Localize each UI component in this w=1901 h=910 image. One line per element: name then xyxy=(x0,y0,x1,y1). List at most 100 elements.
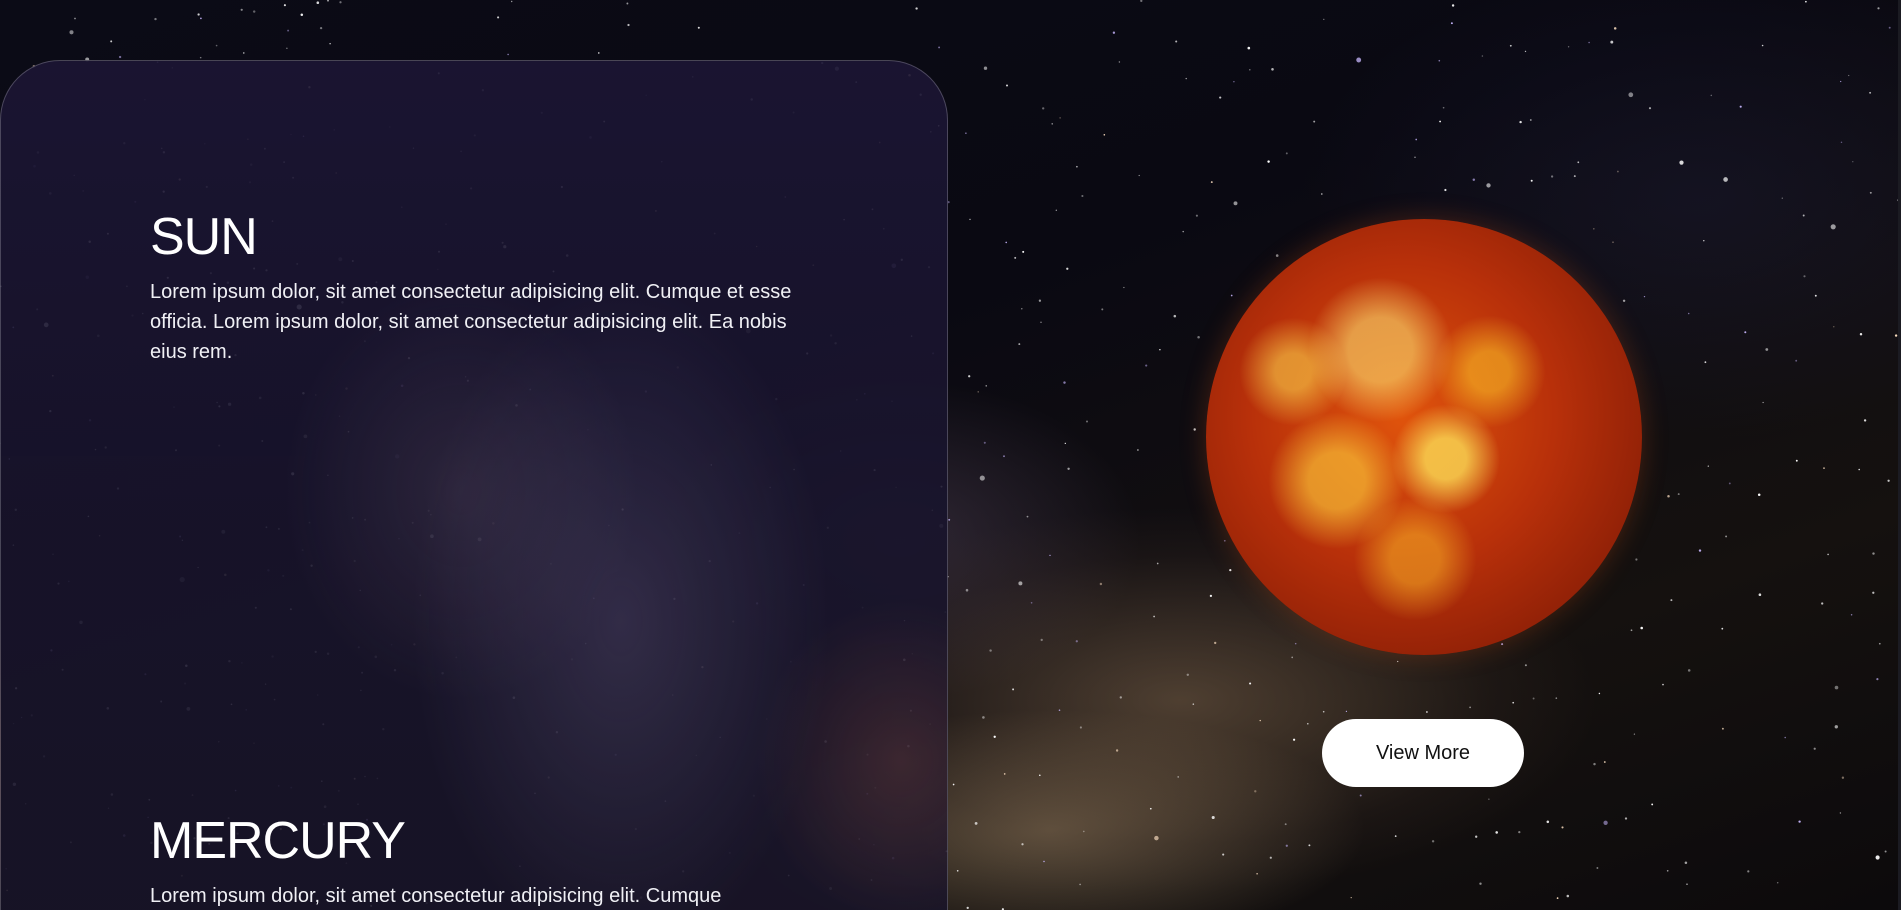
star xyxy=(968,375,971,378)
star xyxy=(1414,156,1416,158)
star xyxy=(1555,697,1558,699)
star xyxy=(1233,80,1235,83)
star xyxy=(1823,467,1825,469)
star xyxy=(1666,869,1669,872)
star xyxy=(1765,348,1769,351)
star xyxy=(1567,46,1570,48)
star xyxy=(1038,299,1042,302)
star xyxy=(938,46,941,49)
star xyxy=(1313,120,1316,123)
star xyxy=(1101,308,1104,311)
star xyxy=(977,391,979,393)
star xyxy=(1612,241,1614,243)
star xyxy=(1145,364,1148,367)
star xyxy=(1040,638,1043,642)
space-background: SUN Lorem ipsum dolor, sit amet consecte… xyxy=(0,0,1901,910)
sun-image xyxy=(1206,219,1642,655)
star xyxy=(1662,683,1664,686)
star xyxy=(1509,44,1512,47)
star xyxy=(1079,883,1081,886)
star xyxy=(1869,191,1872,194)
star xyxy=(110,40,113,43)
star xyxy=(1640,626,1643,630)
star xyxy=(974,821,978,825)
star xyxy=(1018,343,1021,346)
star xyxy=(1439,120,1441,123)
star xyxy=(1182,230,1184,233)
star xyxy=(1026,515,1029,518)
star xyxy=(197,13,200,16)
star xyxy=(1524,50,1527,53)
star xyxy=(1394,835,1397,837)
star xyxy=(1081,194,1084,198)
star xyxy=(1488,798,1490,800)
star xyxy=(1884,850,1887,853)
star xyxy=(154,17,157,21)
star xyxy=(1840,80,1842,83)
star xyxy=(1588,41,1590,44)
star xyxy=(1887,479,1890,482)
star xyxy=(627,23,630,27)
star xyxy=(1064,442,1066,445)
star xyxy=(1442,106,1445,109)
star xyxy=(1359,794,1362,797)
star xyxy=(1075,640,1078,643)
star xyxy=(1140,0,1143,3)
star xyxy=(1082,830,1085,833)
planet-title: SUN xyxy=(150,208,258,266)
star xyxy=(1784,736,1786,739)
star xyxy=(965,588,969,592)
star xyxy=(283,4,286,7)
star xyxy=(1686,883,1688,885)
star xyxy=(1781,197,1783,199)
star xyxy=(1651,803,1654,806)
star xyxy=(1679,160,1684,165)
star xyxy=(1099,582,1103,586)
star xyxy=(1573,175,1576,178)
star xyxy=(1022,250,1025,253)
star xyxy=(1622,299,1626,303)
star xyxy=(965,132,967,134)
star xyxy=(1894,334,1898,337)
star xyxy=(1063,381,1066,384)
star xyxy=(1210,181,1213,184)
star xyxy=(1624,817,1628,820)
star xyxy=(1684,861,1688,864)
star xyxy=(626,2,629,5)
star xyxy=(1049,554,1051,557)
star xyxy=(1444,188,1447,192)
star xyxy=(287,29,290,32)
star xyxy=(1872,591,1875,594)
star xyxy=(510,0,513,3)
star xyxy=(1469,706,1471,709)
star xyxy=(1285,844,1288,847)
star xyxy=(300,13,304,16)
star xyxy=(1249,68,1251,71)
star xyxy=(1292,738,1296,741)
star xyxy=(1529,119,1532,121)
star xyxy=(1058,709,1061,711)
star xyxy=(1005,84,1009,87)
star xyxy=(1222,853,1225,856)
star xyxy=(1875,855,1880,860)
star xyxy=(1254,790,1257,793)
star xyxy=(497,16,500,19)
star xyxy=(1814,294,1817,297)
star xyxy=(1721,627,1724,630)
star xyxy=(1834,725,1838,729)
star xyxy=(1086,420,1088,423)
star xyxy=(199,56,202,59)
star xyxy=(1687,312,1690,315)
planet-card-mercury: MERCURY Lorem ipsum dolor, sit amet cons… xyxy=(150,815,810,910)
star xyxy=(1747,870,1750,873)
star xyxy=(1598,692,1601,695)
view-more-button[interactable]: View More xyxy=(1322,719,1524,787)
star xyxy=(1397,660,1399,663)
star xyxy=(1415,138,1418,141)
star xyxy=(1256,872,1258,875)
star xyxy=(215,44,218,47)
star xyxy=(1501,643,1504,646)
star xyxy=(1613,27,1617,30)
star xyxy=(286,47,288,49)
star xyxy=(1472,178,1476,181)
